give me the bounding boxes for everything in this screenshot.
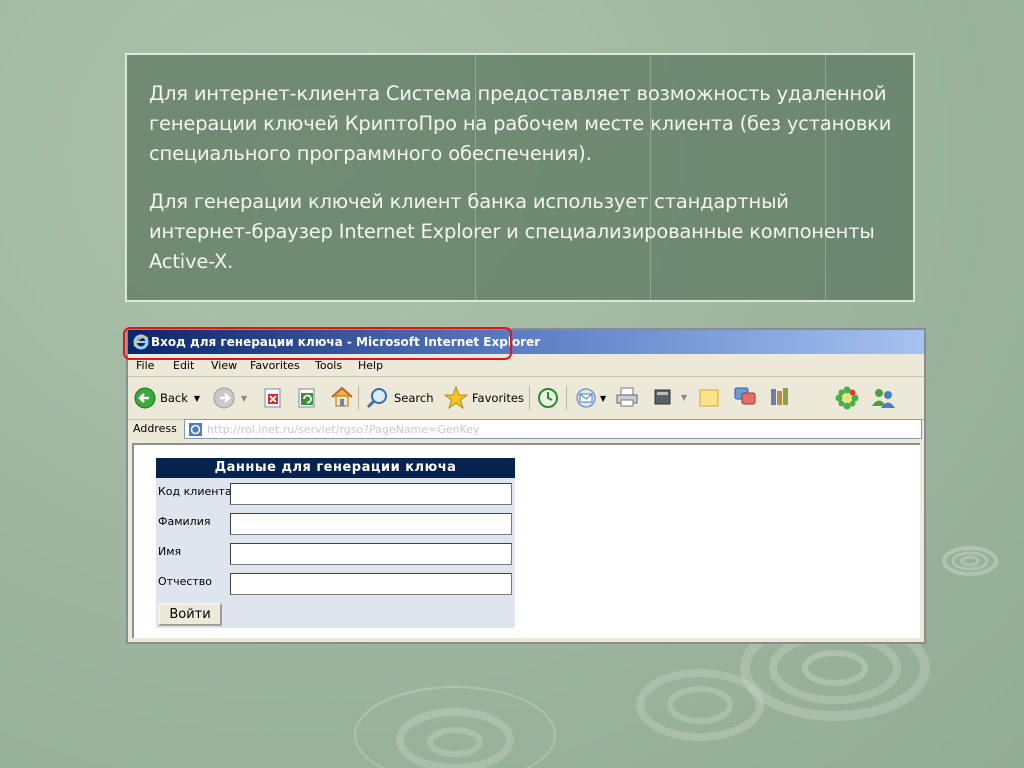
field-row-client-code: Код клиента [156, 481, 515, 507]
title-highlight-frame [123, 327, 512, 360]
address-url: http://rol.inet.ru/servlet/rgso?PageName… [207, 423, 480, 436]
edit-document-icon [654, 389, 671, 405]
chevron-down-icon[interactable]: ▼ [194, 394, 200, 403]
mail-button[interactable]: ▼ [574, 387, 606, 409]
chevron-down-icon[interactable]: ▼ [600, 394, 606, 403]
standard-toolbar: Back ▼ ▼ Search Favorites ▼ ▼ [128, 377, 924, 420]
icq-button[interactable] [835, 386, 859, 410]
back-button[interactable]: Back ▼ [134, 387, 200, 409]
toolbar-separator [529, 386, 530, 410]
first-name-input[interactable] [230, 543, 512, 565]
back-label: Back [160, 391, 188, 405]
mail-icon [576, 388, 596, 408]
menu-edit[interactable]: Edit [173, 359, 194, 372]
note-icon [699, 389, 719, 407]
forward-arrow-icon [213, 387, 235, 409]
favorites-star-icon [444, 386, 468, 410]
history-button[interactable] [537, 387, 559, 409]
menu-file[interactable]: File [136, 359, 154, 372]
search-button[interactable]: Search [366, 387, 434, 409]
refresh-page-icon [298, 388, 315, 408]
menu-view[interactable]: View [211, 359, 237, 372]
paragraph-browser-activex: Для генерации ключей клиент банка исполь… [149, 190, 875, 273]
research-button[interactable] [768, 385, 792, 409]
toolbar-separator [566, 386, 567, 410]
menu-help[interactable]: Help [358, 359, 383, 372]
page-icon [189, 423, 202, 436]
search-icon [366, 388, 387, 409]
address-label: Address [133, 422, 177, 435]
print-button[interactable] [615, 386, 639, 408]
home-icon [331, 386, 353, 407]
discuss-button[interactable] [698, 387, 720, 409]
paragraph-remote-key-generation: Для интернет-клиента Система предоставля… [149, 82, 892, 165]
first-name-label: Имя [158, 545, 182, 558]
login-button[interactable]: Войти [158, 603, 222, 626]
edit-button[interactable]: ▼ [653, 387, 687, 407]
favorites-button[interactable]: Favorites [444, 386, 524, 410]
forward-button[interactable]: ▼ [213, 387, 247, 409]
text-panel: Для интернет-клиента Система предоставля… [125, 53, 915, 302]
stop-page-icon [264, 388, 281, 408]
form-title: Данные для генерации ключа [156, 458, 515, 478]
field-row-first-name: Имя [156, 541, 515, 567]
key-generation-form: Данные для генерации ключа Код клиента Ф… [156, 458, 515, 628]
refresh-button[interactable] [298, 388, 316, 408]
messenger-icon [734, 387, 756, 405]
patronymic-label: Отчество [158, 575, 213, 588]
messenger-button[interactable] [732, 385, 758, 409]
menu-favorites[interactable]: Favorites [250, 359, 300, 372]
menu-tools[interactable]: Tools [315, 359, 342, 372]
patronymic-input[interactable] [230, 573, 512, 595]
chevron-down-icon[interactable]: ▼ [241, 394, 247, 403]
users-icon [872, 389, 895, 408]
address-input[interactable]: http://rol.inet.ru/servlet/rgso?PageName… [184, 419, 922, 439]
home-button[interactable] [330, 386, 354, 408]
field-row-patronymic: Отчество [156, 571, 515, 597]
books-icon [771, 388, 788, 405]
last-name-input[interactable] [230, 513, 512, 535]
printer-icon [616, 387, 638, 407]
search-label: Search [394, 391, 434, 405]
internet-explorer-window: Вход для генерации ключа - Microsoft Int… [126, 328, 926, 644]
chevron-down-icon[interactable]: ▼ [681, 393, 687, 402]
client-code-label: Код клиента [158, 485, 232, 498]
history-icon [538, 388, 558, 408]
client-code-input[interactable] [230, 483, 512, 505]
field-row-last-name: Фамилия [156, 511, 515, 537]
page-content: Данные для генерации ключа Код клиента Ф… [132, 443, 920, 638]
stop-button[interactable] [264, 388, 282, 408]
flower-icon [835, 386, 859, 410]
back-arrow-icon [134, 387, 156, 409]
address-bar: Address http://rol.inet.ru/servlet/rgso?… [128, 418, 924, 440]
favorites-label: Favorites [472, 391, 524, 405]
toolbar-separator [358, 386, 359, 410]
last-name-label: Фамилия [158, 515, 211, 528]
msn-messenger-button[interactable] [870, 386, 896, 410]
